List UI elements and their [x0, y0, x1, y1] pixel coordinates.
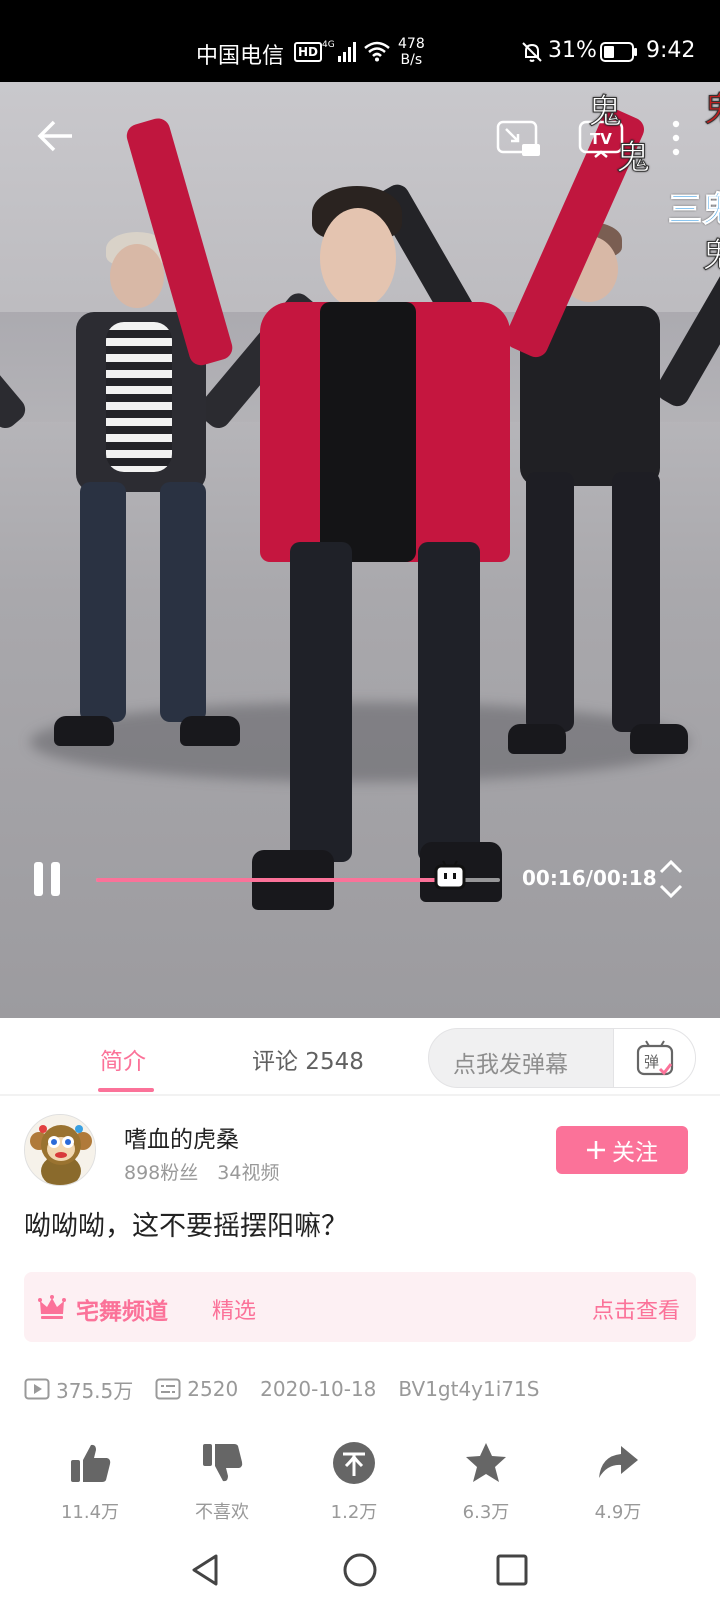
- avatar[interactable]: [24, 1114, 96, 1186]
- play-icon: [24, 1378, 50, 1400]
- pause-icon[interactable]: [32, 862, 62, 896]
- follow-button[interactable]: 关注: [556, 1126, 688, 1174]
- plus-icon: [587, 1141, 605, 1159]
- favorite-button[interactable]: 6.3万: [436, 1440, 536, 1524]
- detail-tabs: 简介 评论 2548 点我发弹幕 弹: [0, 1018, 720, 1096]
- thumb-up-icon: [71, 1444, 111, 1482]
- cellular-signal-icon: 4G: [322, 40, 356, 62]
- nav-recents-icon[interactable]: [494, 1552, 530, 1588]
- danmaku-tv-icon: 弹: [636, 1040, 674, 1076]
- channel-banner[interactable]: 宅舞频道 精选 点击查看: [24, 1272, 696, 1342]
- thumb-down-icon: [203, 1444, 243, 1482]
- tab-comments[interactable]: 评论 2548: [252, 1042, 364, 1076]
- network-speed-unit: B/s: [400, 52, 423, 68]
- network-speed: 478 B/s: [398, 36, 425, 68]
- timecode: 00:16/00:18: [522, 866, 657, 890]
- follow-label: 关注: [612, 1140, 658, 1166]
- expand-icon[interactable]: [656, 856, 686, 902]
- status-bar: 中国电信 HD 4G 478 B/s 31% 9:42: [0, 0, 720, 82]
- danmaku-input[interactable]: 点我发弹幕 弹: [428, 1028, 696, 1088]
- danmaku-button-label: 弹: [644, 1053, 659, 1071]
- wifi-icon: [364, 41, 390, 62]
- dislike-button[interactable]: 不喜欢: [172, 1440, 272, 1524]
- danmaku-toggle-button[interactable]: 弹: [613, 1029, 695, 1087]
- battery-percent: 31%: [548, 38, 597, 63]
- progress-bar[interactable]: [96, 860, 500, 890]
- danmaku-input-placeholder: 点我发弹幕: [453, 1052, 568, 1078]
- nav-home-icon[interactable]: [342, 1552, 378, 1588]
- bvid: BV1gt4y1i71S: [398, 1377, 540, 1401]
- channel-name: 宅舞频道: [76, 1299, 168, 1325]
- network-speed-value: 478: [398, 36, 425, 52]
- system-nav-bar: [0, 1540, 720, 1600]
- uploader-name[interactable]: 嗜血的虎桑: [124, 1120, 239, 1154]
- monkey-avatar-icon: [25, 1115, 95, 1185]
- divider: [0, 1094, 720, 1096]
- publish-date: 2020-10-18: [260, 1377, 377, 1401]
- battery-icon: [600, 42, 637, 62]
- clock: 9:42: [646, 38, 696, 63]
- player-controls: 00:16/00:18: [0, 82, 720, 1018]
- coin-button[interactable]: 1.2万: [304, 1440, 404, 1524]
- channel-tag: 精选: [212, 1299, 257, 1324]
- play-count: 375.5万: [24, 1375, 133, 1404]
- carrier-label: 中国电信: [196, 44, 285, 69]
- like-count: 11.4万: [60, 1502, 120, 1523]
- video-player[interactable]: TV 鬼 鬼 三鬼 鬼 鬼 00:16/00:18: [0, 82, 720, 1018]
- video-title: 呦呦呦，这不要摇摆阳嘛？: [24, 1211, 348, 1242]
- network-type-label: 4G: [322, 40, 335, 50]
- channel-view-link[interactable]: 点击查看: [592, 1293, 680, 1325]
- nav-back-icon[interactable]: [188, 1552, 224, 1588]
- share-button[interactable]: 4.9万: [568, 1440, 668, 1524]
- coin-count: 1.2万: [330, 1502, 378, 1523]
- play-count-value: 375.5万: [56, 1378, 134, 1403]
- tab-active-indicator: [98, 1088, 154, 1092]
- crown-icon: [38, 1295, 66, 1319]
- dislike-label: 不喜欢: [195, 1502, 249, 1523]
- bell-muted-icon: [522, 42, 542, 62]
- danmaku-count: 2520: [155, 1377, 238, 1401]
- action-bar: 11.4万 不喜欢 1.2万 6.3万 4.9万: [0, 1440, 720, 1550]
- favorite-count: 6.3万: [462, 1502, 510, 1523]
- progress-thumb-tv-icon[interactable]: [434, 860, 466, 890]
- danmaku-count-value: 2520: [187, 1377, 239, 1401]
- video-meta: 375.5万 2520 2020-10-18 BV1gt4y1i71S: [24, 1374, 561, 1404]
- share-count: 4.9万: [594, 1502, 642, 1523]
- danmaku-list-icon: [155, 1378, 181, 1400]
- uploader-stats: 898粉丝 34视频: [124, 1162, 280, 1184]
- star-icon: [466, 1443, 506, 1482]
- share-arrow-icon: [599, 1446, 638, 1478]
- like-button[interactable]: 11.4万: [40, 1440, 140, 1524]
- hd-voice-badge: HD: [294, 42, 323, 62]
- progress-fill: [96, 878, 451, 882]
- coin-icon: [333, 1442, 375, 1484]
- tab-intro[interactable]: 简介: [100, 1042, 146, 1076]
